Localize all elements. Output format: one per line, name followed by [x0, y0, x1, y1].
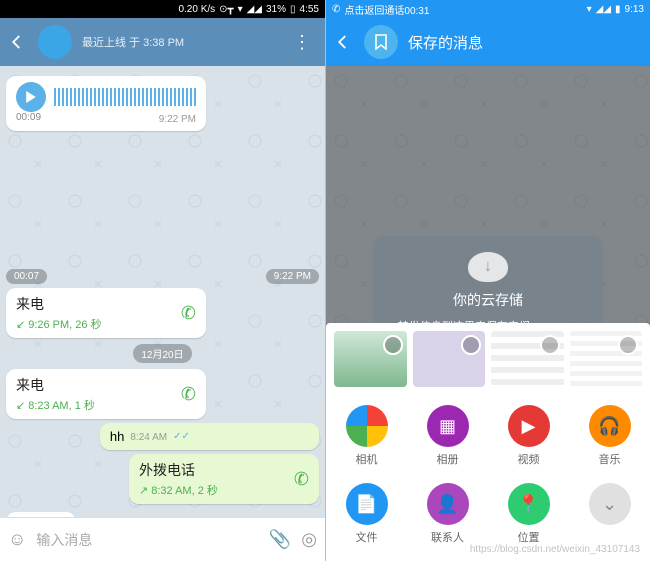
- thumbnail[interactable]: [334, 331, 407, 387]
- recent-thumbnails: [326, 331, 650, 387]
- location-icon: 📍: [508, 483, 550, 525]
- in-message[interactable]: h 8:32 AM: [6, 512, 76, 517]
- battery-icon: ▮: [615, 4, 621, 15]
- waveform: [54, 88, 196, 106]
- battery-text: 31%: [266, 4, 286, 15]
- action-grid: 相机 ▦相册 ▶视频 🎧音乐 📄文件 👤联系人 📍位置 ⌄: [326, 397, 650, 553]
- chat-header: 保存的消息: [326, 18, 650, 66]
- thumbnail[interactable]: [491, 331, 564, 387]
- phone-icon[interactable]: ✆: [179, 301, 198, 324]
- action-music[interactable]: 🎧音乐: [569, 397, 650, 475]
- avatar[interactable]: [38, 25, 72, 59]
- outgoing-call[interactable]: 外拨电话 ↗8:32 AM, 2 秒 ✆: [129, 454, 319, 504]
- music-icon: 🎧: [589, 405, 631, 447]
- read-checks-icon: ✓✓: [173, 431, 190, 442]
- action-video[interactable]: ▶视频: [488, 397, 569, 475]
- chat-area[interactable]: 00:09 9:22 PM 00:07 9:22 PM 来电 ↙9:26 PM,…: [0, 66, 325, 517]
- thumbnail[interactable]: [413, 331, 486, 387]
- net-speed: 0.20 K/s: [178, 4, 215, 15]
- phone-right: ✆ 点击返回通话00:31 ▾ ◢◢ ▮ 9:13 保存的消息 你的云存储 • …: [325, 0, 650, 561]
- select-circle[interactable]: [461, 335, 481, 355]
- back-button[interactable]: [8, 32, 28, 52]
- battery-icon: ▯: [290, 4, 296, 15]
- phone-icon[interactable]: ✆: [292, 467, 311, 490]
- action-contact[interactable]: 👤联系人: [407, 475, 488, 553]
- clock: 4:55: [300, 4, 319, 15]
- cloud-icon: [468, 252, 508, 282]
- incoming-call-1[interactable]: 来电 ↙9:26 PM, 26 秒 ✆: [6, 288, 206, 338]
- action-gallery[interactable]: ▦相册: [407, 397, 488, 475]
- signal-icon: ◢◢: [596, 4, 611, 15]
- last-seen: 最近上线 于 3:38 PM: [82, 34, 277, 50]
- call-meta: ↙8:23 AM, 1 秒: [16, 397, 95, 413]
- date-chip: 12月20日: [133, 344, 191, 363]
- camera-icon: [346, 405, 388, 447]
- msg-time: 8:24 AM: [130, 432, 167, 443]
- sticker-icon[interactable]: ☺: [8, 529, 26, 550]
- call-meta: ↗8:32 AM, 2 秒: [139, 482, 218, 498]
- header-title-col[interactable]: 保存的消息: [408, 32, 642, 53]
- select-circle[interactable]: [383, 335, 403, 355]
- clock: 9:13: [625, 4, 644, 15]
- voice-message[interactable]: 00:09 9:22 PM: [6, 76, 206, 131]
- chip-left: 00:07: [6, 269, 47, 284]
- wifi-icon: ▾: [238, 4, 243, 15]
- phone-left: 0.20 K/s ⊙┳ ▾ ◢◢ 31% ▯ 4:55 最近上线 于 3:38 …: [0, 0, 325, 561]
- header-title-col[interactable]: 最近上线 于 3:38 PM: [82, 34, 277, 50]
- out-message-1[interactable]: hh 8:24 AM ✓✓: [100, 423, 319, 450]
- chat-header: 最近上线 于 3:38 PM ⋮: [0, 18, 325, 66]
- time-chips: 00:07 9:22 PM: [6, 269, 319, 284]
- watermark: https://blog.csdn.net/weixin_43107143: [470, 544, 640, 555]
- attachment-sheet: 相机 ▦相册 ▶视频 🎧音乐 📄文件 👤联系人 📍位置 ⌄: [326, 323, 650, 561]
- camera-icon[interactable]: ◎: [301, 529, 317, 550]
- signal-icon: ◢◢: [247, 4, 262, 15]
- voice-time: 9:22 PM: [159, 114, 196, 125]
- page-title: 保存的消息: [408, 32, 642, 53]
- phone-icon[interactable]: ✆: [179, 382, 198, 405]
- gallery-icon: ▦: [427, 405, 469, 447]
- msg-text: hh: [110, 429, 124, 444]
- select-circle[interactable]: [618, 335, 638, 355]
- more-menu[interactable]: ⋮: [287, 32, 317, 53]
- message-input[interactable]: 输入消息: [36, 530, 258, 550]
- back-button[interactable]: [334, 32, 354, 52]
- play-icon[interactable]: [16, 82, 46, 112]
- compose-bar: ☺ 输入消息 📎 ◎: [0, 517, 325, 561]
- incoming-call-2[interactable]: 来电 ↙8:23 AM, 1 秒 ✆: [6, 369, 206, 419]
- wifi-icon: ▾: [587, 4, 592, 15]
- action-collapse[interactable]: ⌄: [569, 475, 650, 553]
- phone-icon: ✆: [332, 4, 340, 15]
- thumbnail[interactable]: [570, 331, 643, 387]
- callbar-text: 点击返回通话00:31: [344, 2, 429, 17]
- bookmark-avatar[interactable]: [364, 25, 398, 59]
- action-camera[interactable]: 相机: [326, 397, 407, 475]
- file-icon: 📄: [346, 483, 388, 525]
- contact-icon: 👤: [427, 483, 469, 525]
- action-location[interactable]: 📍位置: [488, 475, 569, 553]
- call-title: 外拨电话: [139, 460, 218, 480]
- vpn-icon: ⊙┳: [219, 4, 233, 15]
- video-icon: ▶: [508, 405, 550, 447]
- status-bar: 0.20 K/s ⊙┳ ▾ ◢◢ 31% ▯ 4:55: [0, 0, 325, 18]
- chip-right: 9:22 PM: [266, 269, 319, 284]
- call-meta: ↙9:26 PM, 26 秒: [16, 316, 102, 332]
- return-to-call-bar[interactable]: ✆ 点击返回通话00:31 ▾ ◢◢ ▮ 9:13: [326, 0, 650, 18]
- attach-icon[interactable]: 📎: [269, 529, 291, 550]
- chat-area: 你的云存储 • 转发信息到这里来保存它们 • 发送媒体和文件来存储它们 • 在任…: [326, 66, 650, 561]
- select-circle[interactable]: [540, 335, 560, 355]
- cloud-title: 你的云存储: [391, 290, 585, 310]
- chevron-down-icon: ⌄: [589, 483, 631, 525]
- action-file[interactable]: 📄文件: [326, 475, 407, 553]
- call-title: 来电: [16, 375, 95, 395]
- voice-duration: 00:09: [16, 112, 41, 125]
- call-title: 来电: [16, 294, 102, 314]
